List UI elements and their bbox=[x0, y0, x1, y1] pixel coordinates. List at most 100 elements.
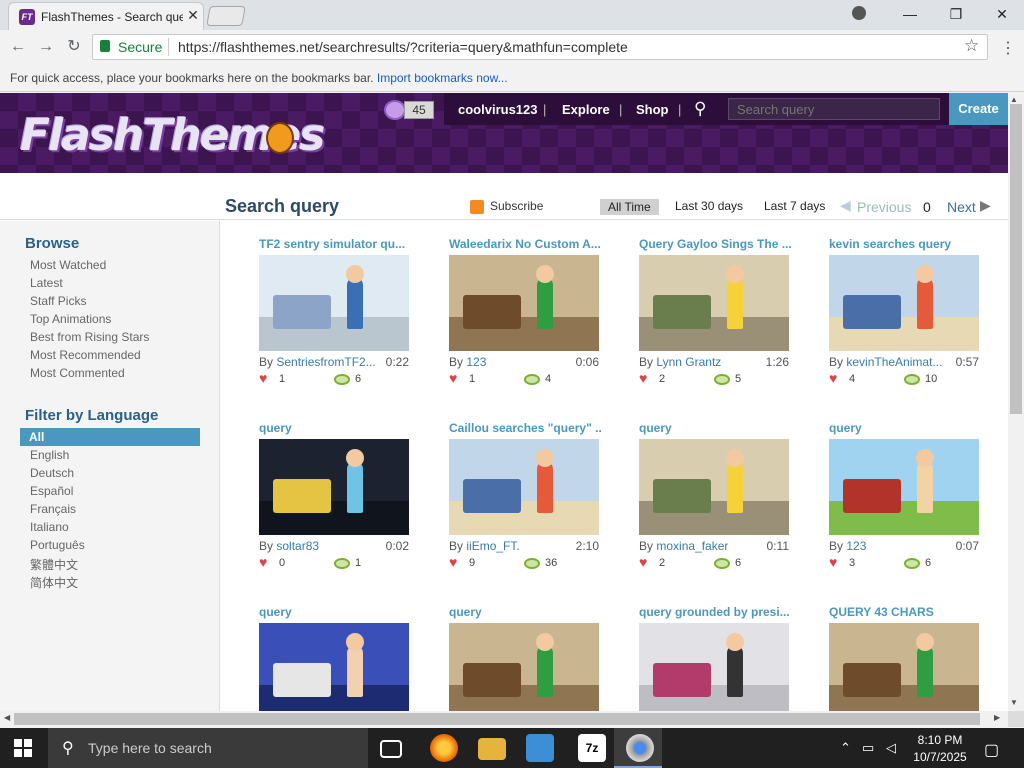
language-deutsch[interactable]: Deutsch bbox=[30, 466, 74, 480]
video-thumbnail[interactable] bbox=[449, 255, 599, 351]
nav-explore[interactable]: Explore bbox=[562, 102, 610, 117]
previous-link[interactable]: Previous bbox=[857, 199, 911, 215]
tab-close-icon[interactable]: ✕ bbox=[185, 7, 201, 24]
heart-icon[interactable]: ♥ bbox=[259, 370, 267, 386]
language-english[interactable]: English bbox=[30, 448, 69, 462]
author-link[interactable]: SentriesfromTF2... bbox=[276, 355, 375, 369]
heart-icon[interactable]: ♥ bbox=[639, 370, 647, 386]
browser-tab[interactable]: FT FlashThemes - Search query ✕ bbox=[8, 2, 204, 30]
windows-start-icon[interactable] bbox=[14, 739, 32, 757]
video-thumbnail[interactable] bbox=[829, 439, 979, 535]
close-window-button[interactable]: ✕ bbox=[988, 4, 1016, 24]
clock-date[interactable]: 10/7/2025 bbox=[906, 750, 974, 764]
browse-top-animations[interactable]: Top Animations bbox=[30, 312, 111, 326]
author-link[interactable]: 123 bbox=[466, 355, 486, 369]
video-title-link[interactable]: query grounded by presi... bbox=[639, 605, 791, 619]
search-icon[interactable]: ⚲ bbox=[694, 99, 706, 119]
profile-icon[interactable] bbox=[852, 6, 866, 20]
vertical-scroll-thumb[interactable] bbox=[1010, 104, 1022, 414]
language-all[interactable]: All bbox=[20, 428, 200, 446]
video-thumbnail[interactable] bbox=[829, 623, 979, 711]
url-text[interactable]: https://flashthemes.net/searchresults/?c… bbox=[178, 39, 628, 55]
site-search-input[interactable] bbox=[728, 98, 940, 120]
previous-arrow-icon[interactable]: ◀ bbox=[840, 197, 851, 214]
video-thumbnail[interactable] bbox=[639, 623, 789, 711]
rss-icon[interactable] bbox=[470, 200, 484, 214]
import-bookmarks-link[interactable]: Import bookmarks now... bbox=[377, 71, 508, 85]
notifications-icon[interactable]: ▢ bbox=[984, 740, 999, 760]
scroll-down-icon[interactable]: ▼ bbox=[1010, 698, 1018, 707]
clock-time[interactable]: 8:10 PM bbox=[912, 733, 968, 747]
firefox-icon[interactable] bbox=[430, 734, 458, 762]
heart-icon[interactable]: ♥ bbox=[639, 554, 647, 570]
new-tab-button[interactable] bbox=[206, 6, 246, 26]
horizontal-scroll-thumb[interactable] bbox=[14, 713, 980, 725]
chrome-icon[interactable] bbox=[626, 734, 654, 762]
tray-chevron-icon[interactable]: ⌃ bbox=[840, 740, 851, 756]
volume-muted-icon[interactable]: ◁ bbox=[886, 740, 896, 756]
video-title-link[interactable]: query bbox=[639, 421, 791, 435]
timeframe-30-days[interactable]: Last 30 days bbox=[675, 199, 743, 213]
create-button[interactable]: Create bbox=[949, 93, 1008, 125]
reload-icon[interactable]: ↻ bbox=[64, 37, 84, 57]
heart-icon[interactable]: ♥ bbox=[829, 370, 837, 386]
heart-icon[interactable]: ♥ bbox=[259, 554, 267, 570]
secure-label[interactable]: Secure bbox=[118, 39, 162, 55]
author-link[interactable]: Lynn Grantz bbox=[656, 355, 721, 369]
scroll-right-icon[interactable]: ▶ bbox=[994, 713, 1000, 722]
language-portugues[interactable]: Português bbox=[30, 538, 85, 552]
next-arrow-icon[interactable]: ▶ bbox=[980, 197, 991, 214]
video-thumbnail[interactable] bbox=[829, 255, 979, 351]
video-thumbnail[interactable] bbox=[449, 439, 599, 535]
nav-shop[interactable]: Shop bbox=[636, 102, 669, 117]
video-title-link[interactable]: Query Gayloo Sings The ... bbox=[639, 237, 791, 251]
video-title-link[interactable]: query bbox=[259, 605, 411, 619]
video-title-link[interactable]: query bbox=[829, 421, 981, 435]
video-title-link[interactable]: TF2 sentry simulator qu... bbox=[259, 237, 411, 251]
video-thumbnail[interactable] bbox=[259, 623, 409, 711]
sevenzip-icon[interactable]: 7z bbox=[578, 734, 606, 762]
video-title-link[interactable]: query bbox=[259, 421, 411, 435]
timeframe-7-days[interactable]: Last 7 days bbox=[764, 199, 825, 213]
coin-count[interactable]: 45 bbox=[404, 101, 434, 119]
scroll-left-icon[interactable]: ◀ bbox=[4, 713, 10, 722]
browse-most-watched[interactable]: Most Watched bbox=[30, 258, 106, 272]
timeframe-all-time[interactable]: All Time bbox=[600, 199, 659, 215]
video-title-link[interactable]: Waleedarix No Custom A... bbox=[449, 237, 601, 251]
forward-icon[interactable]: → bbox=[36, 37, 56, 57]
video-thumbnail[interactable] bbox=[639, 255, 789, 351]
task-view-icon[interactable] bbox=[380, 740, 402, 758]
file-explorer-icon[interactable] bbox=[478, 738, 506, 760]
author-link[interactable]: kevinTheAnimat... bbox=[846, 355, 942, 369]
video-title-link[interactable]: QUERY 43 CHARS bbox=[829, 605, 981, 619]
author-link[interactable]: moxina_faker bbox=[656, 539, 728, 553]
restore-button[interactable]: ❐ bbox=[942, 4, 970, 24]
browse-rising-stars[interactable]: Best from Rising Stars bbox=[30, 330, 149, 344]
heart-icon[interactable]: ♥ bbox=[449, 554, 457, 570]
browse-latest[interactable]: Latest bbox=[30, 276, 63, 290]
heart-icon[interactable]: ♥ bbox=[829, 554, 837, 570]
language-italiano[interactable]: Italiano bbox=[30, 520, 69, 534]
language-simplified-chinese[interactable]: 简体中文 bbox=[30, 574, 78, 591]
video-thumbnail[interactable] bbox=[259, 255, 409, 351]
video-thumbnail[interactable] bbox=[449, 623, 599, 711]
language-espanol[interactable]: Español bbox=[30, 484, 73, 498]
minimize-button[interactable]: — bbox=[896, 4, 924, 24]
next-link[interactable]: Next bbox=[947, 199, 976, 215]
bookmark-star-icon[interactable]: ☆ bbox=[964, 36, 979, 56]
subscribe-link[interactable]: Subscribe bbox=[490, 199, 543, 213]
language-traditional-chinese[interactable]: 繁體中文 bbox=[30, 556, 78, 573]
taskbar-search-placeholder[interactable]: Type here to search bbox=[88, 740, 212, 756]
scroll-up-icon[interactable]: ▲ bbox=[1010, 95, 1018, 104]
username-link[interactable]: coolvirus123 bbox=[458, 102, 538, 117]
video-thumbnail[interactable] bbox=[259, 439, 409, 535]
author-link[interactable]: iiEmo_FT. bbox=[466, 539, 519, 553]
language-francais[interactable]: Français bbox=[30, 502, 76, 516]
lock-icon[interactable] bbox=[100, 40, 110, 52]
video-title-link[interactable]: Caillou searches "query" ... bbox=[449, 421, 601, 435]
back-icon[interactable]: ← bbox=[8, 37, 28, 57]
video-thumbnail[interactable] bbox=[639, 439, 789, 535]
browse-most-recommended[interactable]: Most Recommended bbox=[30, 348, 141, 362]
author-link[interactable]: 123 bbox=[846, 539, 866, 553]
author-link[interactable]: soltar83 bbox=[276, 539, 319, 553]
